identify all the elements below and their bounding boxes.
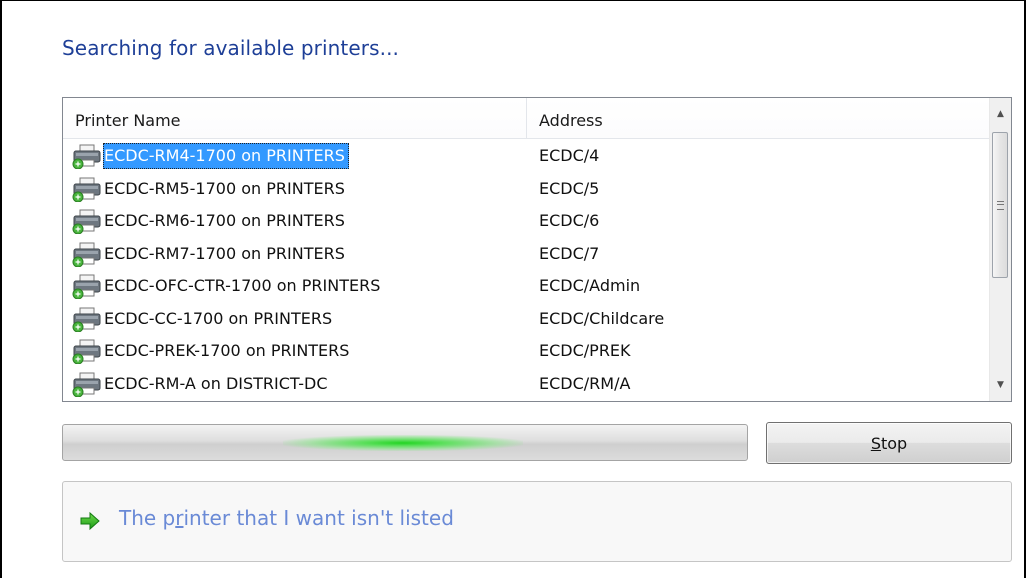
printer-address: ECDC/Childcare	[539, 308, 665, 328]
scroll-down-button[interactable]: ▼	[990, 369, 1011, 401]
printer-name: ECDC-CC-1700 on PRINTERS	[104, 308, 333, 328]
printer-name-cell: ECDC-RM6-1700 on PRINTERS	[71, 208, 349, 234]
printer-address: ECDC/Admin	[539, 276, 641, 295]
table-row[interactable]: ECDC-RM4-1700 on PRINTERS ECDC/4	[63, 139, 990, 172]
table-row[interactable]: ECDC-CC-1700 on PRINTERS ECDC/Childcare	[63, 302, 990, 335]
printer-icon	[72, 339, 101, 364]
scroll-up-button[interactable]: ▲	[990, 98, 1011, 130]
scroll-thumb[interactable]	[992, 132, 1008, 278]
search-progress-bar	[62, 424, 748, 461]
printer-name: ECDC-RM6-1700 on PRINTERS	[104, 211, 345, 230]
vertical-scrollbar[interactable]: ▲ ▼	[989, 98, 1011, 401]
printer-name: ECDC-OFC-CTR-1700 on PRINTERS	[104, 276, 381, 295]
printer-address: ECDC/4	[539, 146, 600, 165]
printer-icon	[72, 372, 101, 397]
printer-not-listed-link[interactable]: The printer that I want isn't listed	[62, 481, 1012, 562]
printer-address: ECDC/6	[539, 211, 600, 230]
table-row[interactable]: ECDC-RM5-1700 on PRINTERS ECDC/5	[63, 172, 990, 205]
printer-address: ECDC/PREK	[539, 341, 631, 360]
printer-list[interactable]: Printer Name Address ECDC-RM4-1700 on PR…	[62, 97, 1012, 402]
table-row[interactable]: ECDC-PREK-1700 on PRINTERS ECDC/PREK	[63, 334, 990, 367]
column-header-address[interactable]: Address	[527, 98, 990, 138]
printer-name: ECDC-RM4-1700 on PRINTERS	[103, 143, 349, 169]
printer-address: ECDC/7	[539, 243, 600, 263]
printer-name-cell: ECDC-RM7-1700 on PRINTERS	[71, 241, 349, 267]
printer-icon	[72, 307, 101, 332]
printer-name-cell: ECDC-OFC-CTR-1700 on PRINTERS	[71, 273, 384, 299]
printer-icon	[72, 242, 101, 267]
table-row[interactable]: ECDC-OFC-CTR-1700 on PRINTERS ECDC/Admin	[63, 269, 990, 302]
list-header: Printer Name Address	[63, 98, 990, 139]
printer-name: ECDC-RM7-1700 on PRINTERS	[104, 243, 345, 263]
printer-icon	[72, 144, 101, 169]
printer-name-cell: ECDC-CC-1700 on PRINTERS	[71, 306, 336, 332]
printer-name: ECDC-RM5-1700 on PRINTERS	[104, 178, 345, 198]
not-listed-link-text[interactable]: The printer that I want isn't listed	[119, 506, 454, 530]
green-arrow-icon	[80, 511, 100, 531]
list-rows: ECDC-RM4-1700 on PRINTERS ECDC/4 ECDC-RM…	[63, 139, 990, 399]
printer-name: ECDC-RM-A on DISTRICT-DC	[104, 373, 328, 393]
table-row[interactable]: ECDC-RM6-1700 on PRINTERS ECDC/6	[63, 204, 990, 237]
table-row[interactable]: ECDC-RM7-1700 on PRINTERS ECDC/7	[63, 237, 990, 270]
printer-name-cell: ECDC-RM4-1700 on PRINTERS	[71, 143, 349, 169]
printer-name-cell: ECDC-PREK-1700 on PRINTERS	[71, 338, 353, 364]
printer-name: ECDC-PREK-1700 on PRINTERS	[104, 341, 350, 360]
printer-name-cell: ECDC-RM5-1700 on PRINTERS	[71, 176, 349, 202]
stop-button[interactable]: Stop	[766, 422, 1012, 464]
table-row[interactable]: ECDC-RM-A on DISTRICT-DC ECDC/RM/A	[63, 367, 990, 400]
stop-mnemonic: S	[870, 433, 881, 453]
printer-icon	[72, 209, 101, 234]
column-header-printer-name[interactable]: Printer Name	[63, 98, 527, 138]
printer-name-cell: ECDC-RM-A on DISTRICT-DC	[71, 371, 331, 397]
printer-icon	[72, 177, 101, 202]
progress-marquee-glow	[283, 435, 523, 451]
printer-address: ECDC/RM/A	[539, 373, 631, 393]
grip-icon	[996, 200, 1004, 210]
caret-up-icon: ▲	[997, 109, 1004, 119]
printer-address: ECDC/5	[539, 178, 600, 198]
page-title: Searching for available printers...	[62, 36, 399, 60]
printer-icon	[72, 274, 101, 299]
caret-down-icon: ▼	[997, 380, 1004, 390]
